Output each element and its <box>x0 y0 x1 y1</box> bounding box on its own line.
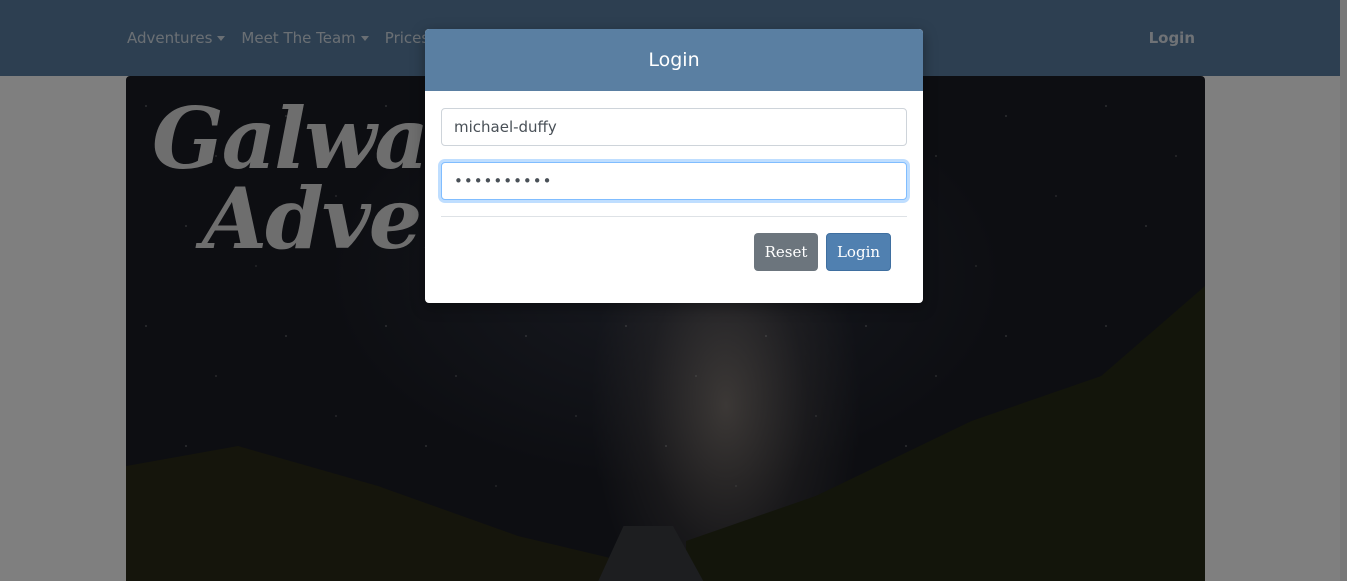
password-input[interactable] <box>441 162 907 200</box>
modal-header: Login <box>425 29 923 91</box>
login-modal: Login Reset Login <box>425 29 923 303</box>
modal-title: Login <box>648 49 700 71</box>
modal-actions: Reset Login <box>754 233 891 271</box>
login-button[interactable]: Login <box>826 233 891 271</box>
modal-divider <box>441 216 907 217</box>
username-input[interactable] <box>441 108 907 146</box>
reset-button[interactable]: Reset <box>754 233 818 271</box>
modal-body <box>425 91 923 216</box>
